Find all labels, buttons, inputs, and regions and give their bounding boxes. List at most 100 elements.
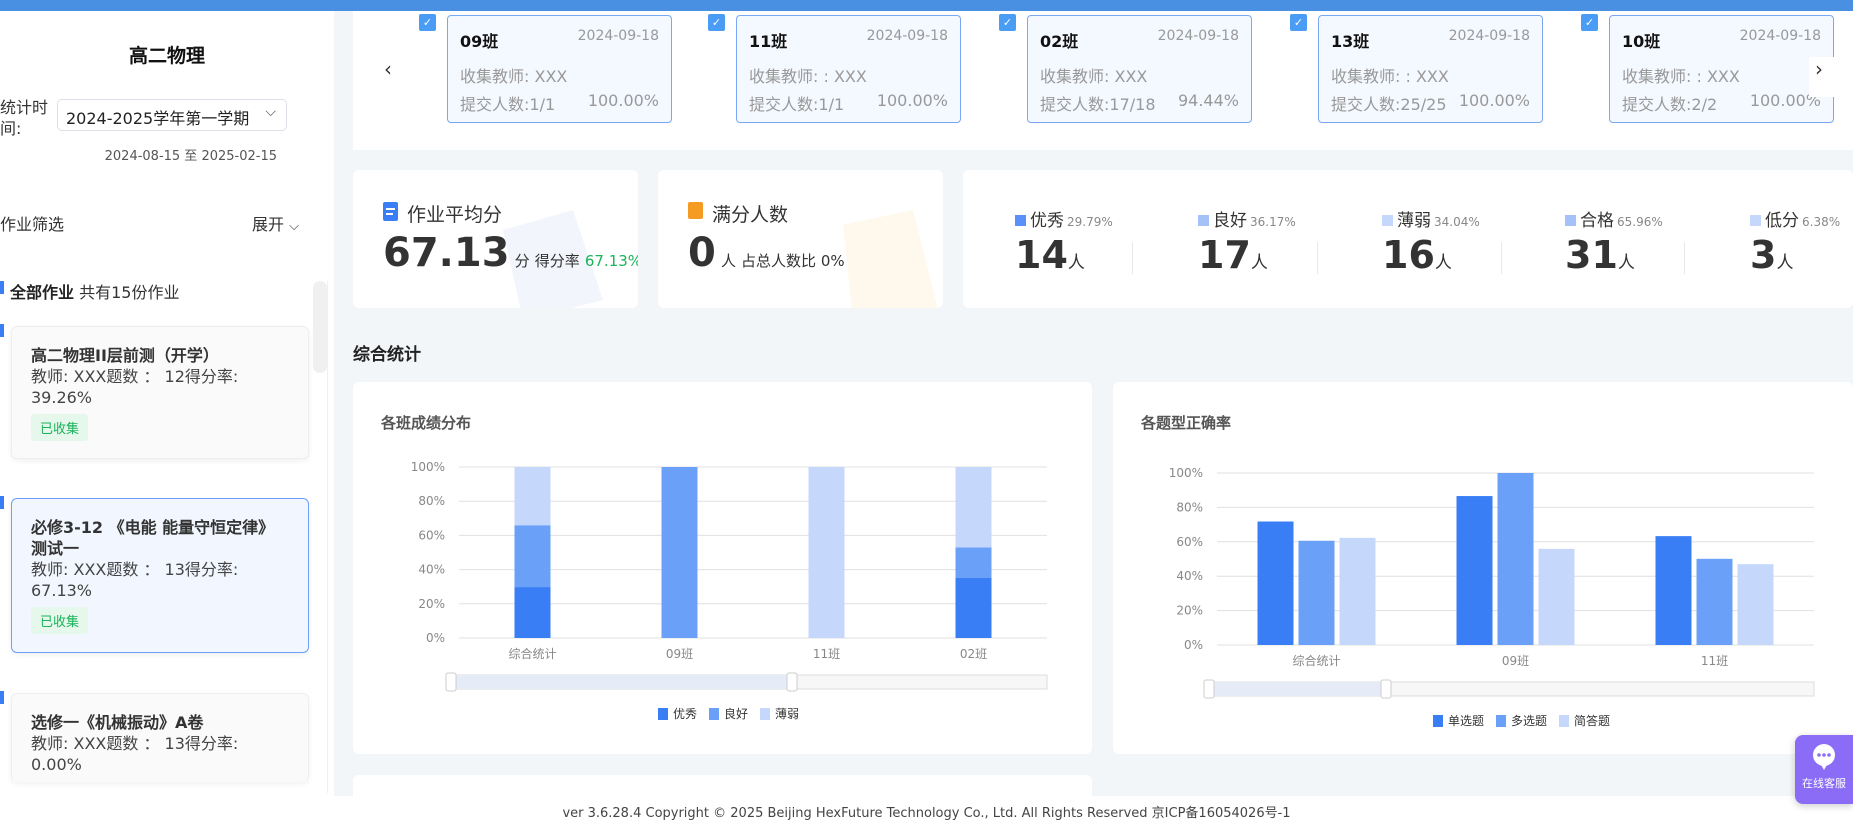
y-tick-label: 40% xyxy=(418,563,445,577)
grade-label: 合格 xyxy=(1580,211,1614,231)
bar xyxy=(1538,548,1575,645)
divider xyxy=(1317,242,1318,274)
avg-score-title: 作业平均分 xyxy=(407,204,503,226)
grade-unit: 人 xyxy=(1617,253,1635,273)
subject-title: 高二物理 xyxy=(128,45,205,67)
document-icon xyxy=(383,202,398,221)
zoom-slider-handle[interactable] xyxy=(1203,679,1215,699)
section-title: 综合统计 xyxy=(353,345,421,365)
legend-label: 简答题 xyxy=(1574,713,1610,728)
marker xyxy=(0,324,4,337)
zoom-slider-range xyxy=(451,675,792,689)
full-score-title: 满分人数 xyxy=(712,204,789,226)
y-tick-label: 20% xyxy=(418,597,445,611)
class-checkbox[interactable]: ✓ xyxy=(1290,14,1307,31)
online-service-button[interactable]: 在线客服 xyxy=(1795,735,1853,804)
homework-card-selected[interactable]: 必修3-12 《电能 能量守恒定律》测试一 教师: XXX题数 ： 13得分率:… xyxy=(11,498,309,653)
class-submit-count: 提交人数:25/25 xyxy=(1331,95,1447,114)
sidebar: 高二物理 统计时间: 2024-2025学年第一学期 ⌵ 2024-08-15 至… xyxy=(0,11,334,796)
class-distribution-chart: 0% 20% 40% 60% 80% 100% 综合统计 09班 11班 02班优秀 良好 薄弱 xyxy=(411,460,1048,721)
homework-info: 教师: XXX题数 ： 13得分率: xyxy=(31,734,239,753)
class-date: 2024-09-18 xyxy=(1739,28,1821,44)
class-date: 2024-09-18 xyxy=(1448,28,1530,44)
y-tick-label: 0% xyxy=(426,631,445,645)
chevron-down-icon: ⌵ xyxy=(265,104,276,120)
period-select[interactable]: 2024-2025学年第一学期 ⌵ xyxy=(57,99,287,131)
class-checkbox[interactable]: ✓ xyxy=(708,14,725,31)
class-checkbox[interactable]: ✓ xyxy=(1581,14,1598,31)
chart-panel-question-accuracy: 各题型正确率 0% 20% 40% 60% 80% 100% 综合统计 09班 11班 单选题 多选… xyxy=(1113,382,1853,754)
grade-unit: 人 xyxy=(1434,253,1452,273)
grade-item: 优秀 29.79% 14人 xyxy=(1015,206,1165,277)
grade-unit: 人 xyxy=(1776,253,1794,273)
grade-percent: 34.04% xyxy=(1434,215,1480,229)
class-date: 2024-09-18 xyxy=(577,28,659,44)
period-value: 2024-2025学年第一学期 xyxy=(66,109,250,128)
bar-segment xyxy=(955,547,992,578)
period-label: 统计时间: xyxy=(0,98,49,138)
chat-bubble-icon xyxy=(1813,744,1835,770)
legend-square-icon xyxy=(1382,215,1393,226)
x-tick-label: 09班 xyxy=(1502,654,1529,668)
expand-button[interactable]: 展开 ⌵ xyxy=(252,211,299,235)
x-tick-label: 02班 xyxy=(960,647,987,661)
bar xyxy=(1456,496,1493,645)
chart-panel-class-distribution: 各班成绩分布 0% 20% 40% 60% 80% 100% 综合统计 09班 11班 02班 优秀… xyxy=(353,382,1092,754)
zoom-slider-handle[interactable] xyxy=(786,672,798,692)
class-card[interactable]: 13班 2024-09-18 收集教师: : XXX 提交人数:25/25 100… xyxy=(1318,15,1543,123)
full-score-unit: 人 xyxy=(720,252,736,270)
class-checkbox[interactable]: ✓ xyxy=(419,14,436,31)
scrollbar[interactable] xyxy=(313,281,327,373)
marker xyxy=(0,691,4,704)
class-teacher: 收集教师: XXX xyxy=(1040,67,1148,86)
class-submit-rate: 100.00% xyxy=(876,91,948,110)
class-date: 2024-09-18 xyxy=(866,28,948,44)
y-tick-label: 40% xyxy=(1176,569,1203,583)
status-badge: 已收集 xyxy=(31,414,89,441)
divider xyxy=(1684,242,1685,274)
x-tick-label: 11班 xyxy=(813,647,840,661)
class-submit-count: 提交人数:17/18 xyxy=(1040,95,1156,114)
class-card[interactable]: 09班 2024-09-18 收集教师: XXX 提交人数:1/1 100.00% xyxy=(447,15,672,123)
grade-item: 合格 65.96% 31人 xyxy=(1565,206,1715,277)
online-service-label: 在线客服 xyxy=(1802,777,1846,790)
grade-count: 14 xyxy=(1015,233,1068,277)
chevron-right-icon[interactable]: › xyxy=(1809,57,1853,97)
grade-unit: 人 xyxy=(1250,253,1268,273)
class-card[interactable]: 10班 2024-09-18 收集教师: : XXX 提交人数:2/2 100.0… xyxy=(1609,15,1834,123)
full-score-card: 满分人数 0 人 占总人数比 0% xyxy=(658,170,943,308)
grade-count: 17 xyxy=(1198,233,1251,277)
grade-label: 良好 xyxy=(1213,211,1247,231)
legend-swatch xyxy=(1559,715,1569,727)
bar-segment xyxy=(955,577,992,638)
grade-percent: 6.38% xyxy=(1802,215,1841,229)
legend-swatch xyxy=(1433,715,1443,727)
legend-square-icon xyxy=(1198,215,1209,226)
bar xyxy=(1497,473,1534,645)
legend-square-icon xyxy=(1015,215,1026,226)
zoom-slider-range xyxy=(1209,682,1386,696)
y-tick-label: 60% xyxy=(1176,535,1203,549)
chevron-left-icon[interactable]: ‹ xyxy=(384,57,392,81)
homework-info: 教师: XXX题数 ： 12得分率: xyxy=(31,367,239,386)
expand-label: 展开 xyxy=(252,215,285,234)
score-rate-value: 67.13% xyxy=(584,252,638,270)
homework-card[interactable]: 选修一《机械振动》A卷 教师: XXX题数 ： 13得分率: 0.00% xyxy=(11,693,309,782)
status-badge: 已收集 xyxy=(31,607,89,634)
bar xyxy=(1298,540,1335,645)
class-submit-rate: 100.00% xyxy=(587,91,659,110)
score-icon xyxy=(688,202,703,219)
date-range: 2024-08-15 至 2025-02-15 xyxy=(104,149,277,164)
question-accuracy-chart: 0% 20% 40% 60% 80% 100% 综合统计 09班 11班单选题 多选题 简答题 xyxy=(1169,466,1815,728)
y-tick-label: 20% xyxy=(1176,604,1203,618)
class-card[interactable]: 02班 2024-09-18 收集教师: XXX 提交人数:17/18 94.44… xyxy=(1027,15,1252,123)
class-card[interactable]: 11班 2024-09-18 收集教师: : XXX 提交人数:1/1 100.0… xyxy=(736,15,961,123)
class-teacher: 收集教师: : XXX xyxy=(1622,67,1740,86)
zoom-slider-handle[interactable] xyxy=(445,672,457,692)
zoom-slider-handle[interactable] xyxy=(1380,679,1392,699)
class-checkbox[interactable]: ✓ xyxy=(999,14,1016,31)
full-score-ratio: 占总人数比 0% xyxy=(741,252,845,270)
class-submit-count: 提交人数:1/1 xyxy=(749,95,845,114)
bar xyxy=(1339,537,1376,645)
homework-card[interactable]: 高二物理II层前测（开学） 教师: XXX题数 ： 12得分率: 39.26% … xyxy=(11,326,309,459)
